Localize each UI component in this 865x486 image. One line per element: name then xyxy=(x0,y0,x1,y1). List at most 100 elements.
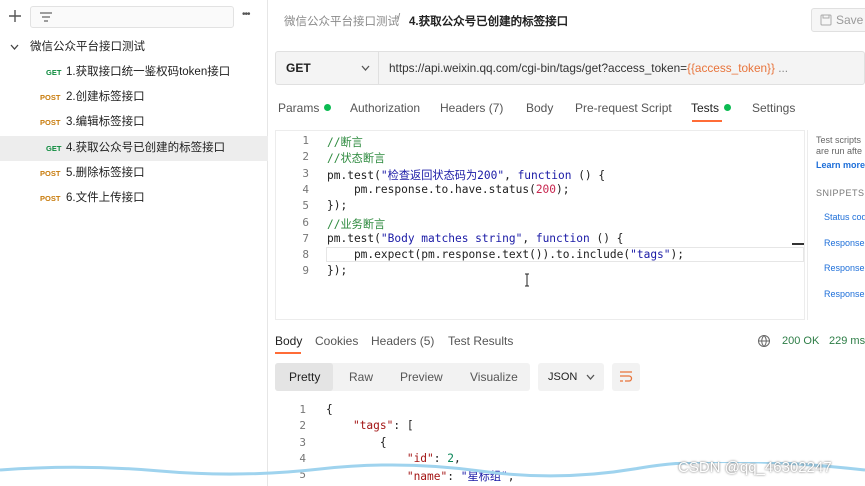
snippet-item[interactable]: Response b xyxy=(824,238,865,248)
method-select[interactable]: GET xyxy=(276,52,379,84)
snippets-panel: Test scripts are run afte Learn more SNI… xyxy=(807,130,865,320)
format-option[interactable]: Visualize xyxy=(470,363,518,391)
status-dot xyxy=(724,104,732,111)
line-number: 7 xyxy=(302,231,309,245)
line-number: 3 xyxy=(299,435,306,449)
language-select[interactable]: JSON xyxy=(538,363,604,391)
line-number: 6 xyxy=(302,215,309,229)
request-name: 5.删除标签接口 xyxy=(66,167,145,179)
method-label: GET xyxy=(286,61,311,75)
tab-params[interactable]: Params xyxy=(278,101,332,115)
line-number: 8 xyxy=(302,248,309,262)
request-item[interactable]: GET 4.获取公众号已创建的标签接口 xyxy=(0,136,268,161)
tab-label: Body xyxy=(526,101,554,115)
request-method: GET xyxy=(46,68,62,77)
code-line: }); xyxy=(327,264,348,278)
request-method: POST xyxy=(40,194,61,203)
learn-more-link[interactable]: Learn more xyxy=(816,160,865,170)
collection-name: 微信公众平台接口测试 xyxy=(30,41,145,53)
tab-label: Authorization xyxy=(350,101,421,115)
code-line: pm.expect(pm.response.text()).to.include… xyxy=(326,247,804,263)
filter-input[interactable] xyxy=(30,6,234,28)
format-option[interactable]: Preview xyxy=(400,363,443,391)
response-time[interactable]: 229 ms xyxy=(829,335,865,347)
json-line: { xyxy=(326,403,333,416)
collection-folder[interactable]: 微信公众平台接口测试 xyxy=(0,35,268,60)
request-name: 1.获取接口统一鉴权码token接口 xyxy=(66,66,231,78)
save-button[interactable]: Save xyxy=(811,8,865,32)
status-dot xyxy=(324,104,332,111)
line-number: 9 xyxy=(302,264,309,278)
active-tab-indicator xyxy=(692,120,722,122)
request-item[interactable]: POST 2.创建标签接口 xyxy=(0,85,268,110)
code-line: //状态断言 xyxy=(327,152,386,166)
tab-settings[interactable]: Settings xyxy=(752,101,795,115)
snippet-item[interactable]: Status code xyxy=(824,212,865,222)
request-name: 2.创建标签接口 xyxy=(66,91,145,103)
snippet-item[interactable]: Response b xyxy=(824,289,865,299)
url-text: https://api.weixin.qq.com/cgi-bin/tags/g… xyxy=(389,61,688,75)
language-label: JSON xyxy=(548,371,578,383)
url-variable: {{access_token}} xyxy=(687,61,775,75)
breadcrumb-separator: / xyxy=(397,13,401,25)
text-cursor-icon xyxy=(525,273,529,287)
json-line: "tags": [ xyxy=(352,419,414,433)
code-line: pm.response.to.have.status(200); xyxy=(327,182,570,196)
code-line: //业务断言 xyxy=(327,217,386,231)
url-overflow: ... xyxy=(774,61,789,75)
breadcrumb-parent[interactable]: 微信公众平台接口测试 xyxy=(284,13,399,29)
format-option[interactable]: Pretty xyxy=(289,363,320,391)
snippet-item[interactable]: Response b xyxy=(824,263,865,273)
tab-authorization[interactable]: Authorization xyxy=(350,101,420,115)
line-number: 5 xyxy=(302,199,309,213)
tab-body[interactable]: Body xyxy=(526,101,553,115)
tab-tests[interactable]: Tests xyxy=(691,101,732,115)
tab-pre-request-script[interactable]: Pre-request Script xyxy=(575,101,672,115)
tab-label: Settings xyxy=(752,101,796,115)
main-panel: 微信公众平台接口测试 / 4.获取公众号已创建的标签接口 Save GET ht… xyxy=(268,0,865,486)
watermark: CSDN @qq_46302247 xyxy=(678,459,832,476)
response-tab[interactable]: Body xyxy=(275,334,302,348)
request-name: 4.获取公众号已创建的标签接口 xyxy=(66,142,226,154)
tab-headers[interactable]: Headers (7) xyxy=(440,101,503,115)
request-item[interactable]: POST 3.编辑标签接口 xyxy=(0,110,268,135)
snippets-heading: SNIPPETS xyxy=(816,188,865,198)
plus-icon[interactable] xyxy=(8,8,22,26)
line-number: 2 xyxy=(302,150,309,164)
response-tab[interactable]: Test Results xyxy=(448,334,513,348)
format-option[interactable]: Raw xyxy=(349,363,373,391)
status-code[interactable]: 200 OK xyxy=(782,335,819,347)
format-toggle: Pretty Raw Preview Visualize xyxy=(275,363,530,391)
line-number: 2 xyxy=(299,419,306,433)
line-number: 3 xyxy=(302,166,309,180)
code-line: //断言 xyxy=(327,136,363,149)
url-bar: GET https://api.weixin.qq.com/cgi-bin/ta… xyxy=(275,51,865,85)
breadcrumb-current: 4.获取公众号已创建的标签接口 xyxy=(409,16,569,28)
chevron-down-icon xyxy=(586,374,595,380)
globe-icon[interactable] xyxy=(757,334,772,349)
url-input[interactable]: https://api.weixin.qq.com/cgi-bin/tags/g… xyxy=(389,52,788,84)
tab-label: Headers (7) xyxy=(440,101,504,115)
request-name: 6.文件上传接口 xyxy=(66,192,145,204)
request-item[interactable]: GET 1.获取接口统一鉴权码token接口 xyxy=(0,60,268,85)
wrap-lines-button[interactable] xyxy=(612,363,640,391)
filter-icon xyxy=(40,12,52,22)
test-script-editor[interactable]: 1 //断言 2 //状态断言 3 pm.test("检查返回状态码为200", func… xyxy=(275,130,805,320)
tab-label: Params xyxy=(278,101,320,115)
save-label: Save xyxy=(836,13,864,27)
tab-label: Tests xyxy=(691,101,720,115)
code-line: pm.test("Body matches string", function … xyxy=(327,231,624,245)
request-method: POST xyxy=(40,93,61,102)
request-item[interactable]: POST 6.文件上传接口 xyxy=(0,186,268,211)
request-method: POST xyxy=(40,169,61,178)
snippets-intro-2: are run afte xyxy=(816,146,863,156)
request-item[interactable]: POST 5.删除标签接口 xyxy=(0,161,268,186)
response-tab[interactable]: Headers (5) xyxy=(371,334,434,348)
request-name: 3.编辑标签接口 xyxy=(66,116,145,128)
response-tab[interactable]: Cookies xyxy=(315,334,358,348)
sidebar: ••• 微信公众平台接口测试 GET 1.获取接口统一鉴权码token接口 POST… xyxy=(0,0,268,486)
editor-scroll-mark xyxy=(792,243,804,245)
code-line: }); xyxy=(327,199,348,213)
more-icon[interactable]: ••• xyxy=(242,9,250,20)
json-line: { xyxy=(326,435,387,449)
